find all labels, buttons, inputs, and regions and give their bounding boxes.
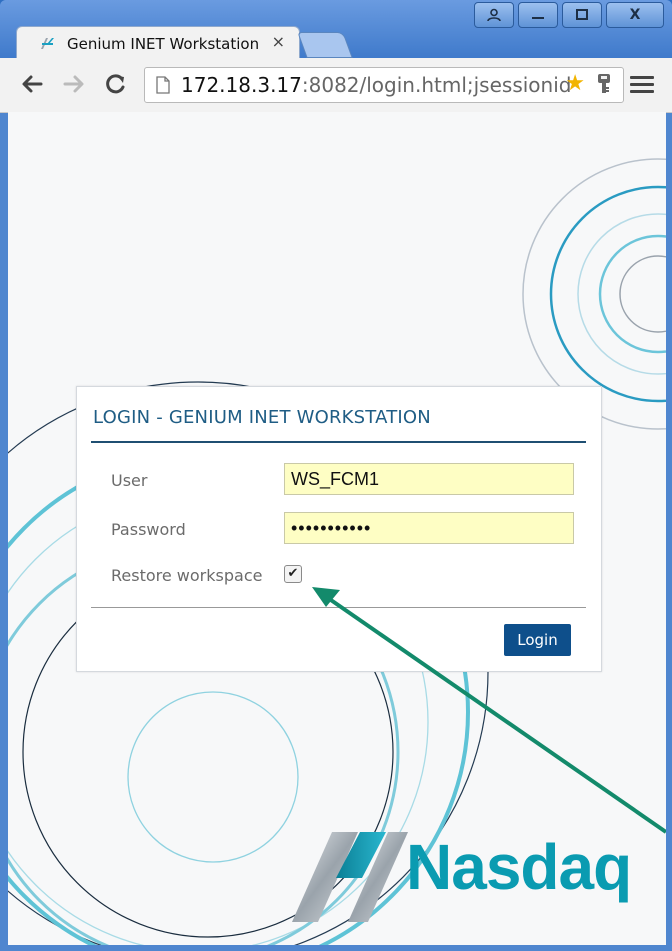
title-bar: X Genium INET Workstation × bbox=[0, 0, 672, 59]
back-arrow-icon bbox=[22, 75, 43, 93]
maximize-button[interactable] bbox=[562, 2, 602, 28]
close-window-button[interactable]: X bbox=[606, 2, 664, 28]
minimize-button[interactable] bbox=[518, 2, 558, 28]
browser-tab[interactable]: Genium INET Workstation × bbox=[16, 26, 300, 59]
bookmark-star-icon[interactable]: ★ bbox=[565, 71, 585, 96]
window-controls: X bbox=[474, 2, 664, 28]
forward-button[interactable] bbox=[60, 70, 88, 98]
key-icon[interactable] bbox=[595, 73, 613, 95]
forward-arrow-icon bbox=[63, 75, 84, 93]
page-document-icon bbox=[156, 76, 170, 94]
tab-title: Genium INET Workstation bbox=[67, 35, 260, 53]
url-path: :8082/login.html;jsessionid bbox=[301, 73, 572, 97]
url-text[interactable]: 172.18.3.17:8082/login.html;jsessionid bbox=[181, 73, 571, 97]
browser-window: X Genium INET Workstation × 172.18.3.17:… bbox=[0, 0, 672, 951]
genium-favicon-icon bbox=[41, 38, 54, 49]
browser-toolbar: 172.18.3.17:8082/login.html;jsessionid ★ bbox=[0, 58, 672, 113]
reload-button[interactable] bbox=[102, 70, 130, 98]
tab-close-icon[interactable]: × bbox=[272, 32, 285, 51]
reload-icon bbox=[106, 74, 125, 94]
new-tab-button[interactable] bbox=[297, 32, 353, 58]
back-button[interactable] bbox=[18, 70, 46, 98]
url-host: 172.18.3.17 bbox=[181, 73, 302, 97]
browser-menu-icon[interactable] bbox=[630, 70, 654, 98]
address-bar[interactable]: 172.18.3.17:8082/login.html;jsessionid ★ bbox=[144, 67, 624, 103]
page-content: LOGIN - GENIUM INET WORKSTATION User Pas… bbox=[8, 112, 666, 945]
annotation-arrow bbox=[312, 587, 666, 834]
user-profile-icon[interactable] bbox=[474, 2, 514, 28]
